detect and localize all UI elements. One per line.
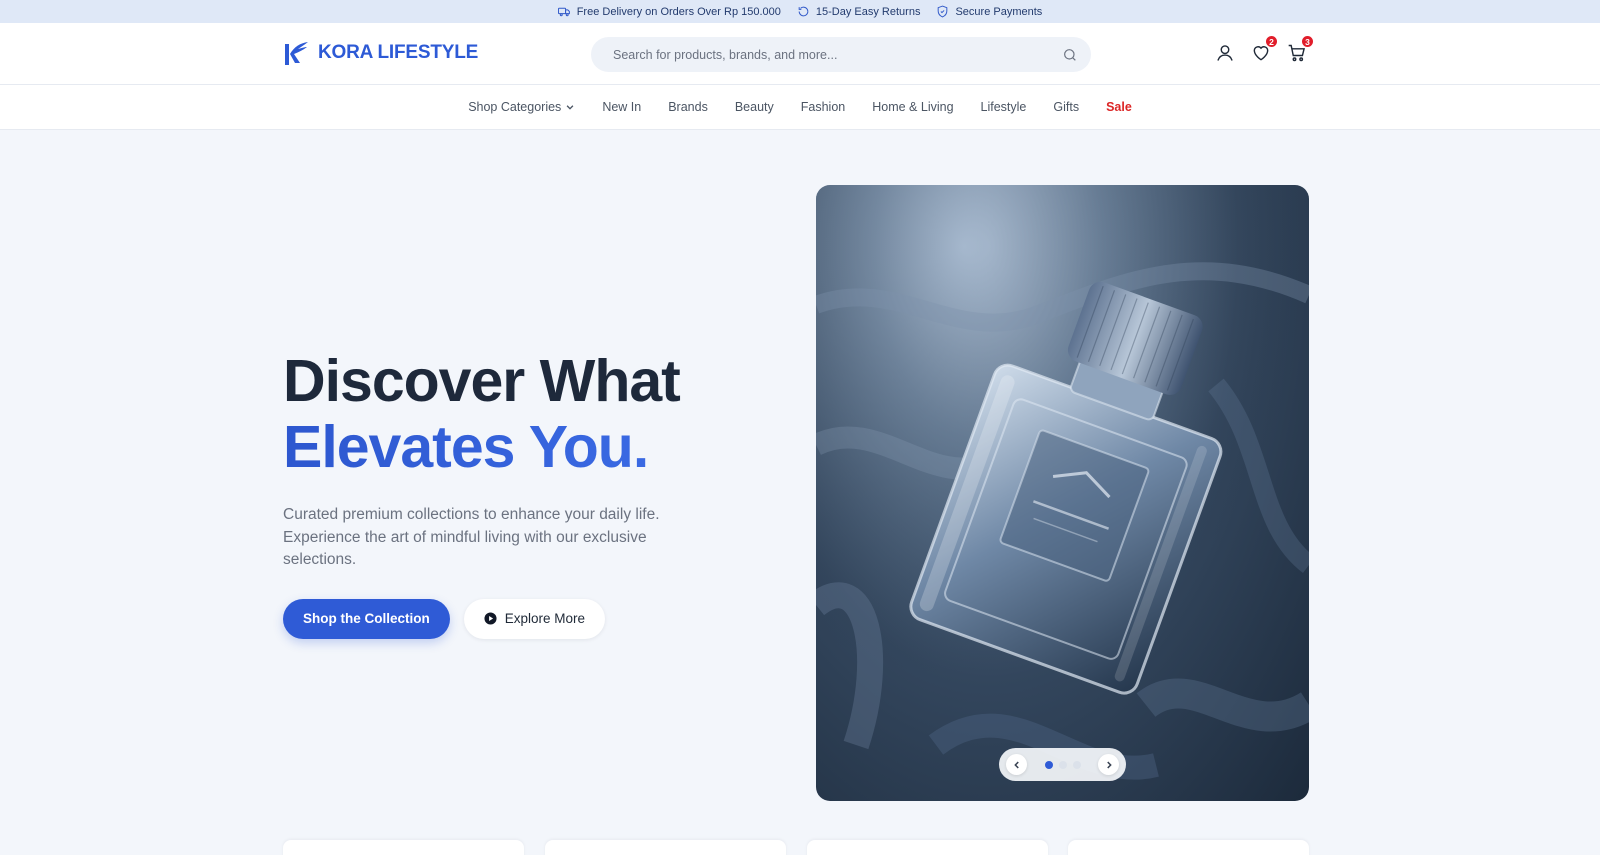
chevron-right-icon [1106, 761, 1112, 768]
hero-subcopy: Curated premium collections to enhance y… [283, 506, 660, 568]
perk-label: 15-Day Easy Returns [815, 5, 921, 18]
nav-label: Home & Living [872, 100, 954, 114]
site-header: KORA LIFESTYLE 2 3 [0, 23, 1600, 85]
explore-more-button[interactable]: Explore More [463, 598, 606, 639]
slider-dot-2[interactable] [1058, 760, 1067, 769]
hero-product-image [816, 185, 1309, 801]
perk-label: Secure Payments [955, 5, 1043, 18]
hero-headline: Discover What Elevates You. [283, 348, 743, 480]
wing-logo-icon [285, 42, 308, 65]
chevron-down-icon [566, 105, 574, 110]
nav-label: Beauty [734, 100, 774, 114]
perfume-bottle-illustration [816, 185, 1309, 801]
hero-cta-row: Shop the Collection Explore More [283, 598, 743, 639]
nav-sale[interactable]: Sale [1106, 100, 1132, 114]
perk-free-delivery: Free Delivery on Orders Over Rp 150.000 [557, 5, 781, 18]
nav-label: New In [602, 100, 642, 114]
search-button[interactable] [1049, 37, 1091, 72]
shop-collection-button[interactable]: Shop the Collection [283, 598, 450, 639]
nav-lifestyle[interactable]: Lifestyle [981, 100, 1027, 114]
nav-fashion[interactable]: Fashion [801, 100, 845, 114]
nav-home-living[interactable]: Home & Living [872, 100, 953, 114]
cart-button[interactable]: 3 [1286, 35, 1314, 65]
nav-gifts[interactable]: Gifts [1053, 100, 1079, 114]
hero-headline-line-2: Elevates You. [283, 414, 743, 480]
slider-next-button[interactable] [1098, 754, 1119, 775]
explore-more-label: Explore More [504, 611, 586, 626]
perk-label: Free Delivery on Orders Over Rp 150.000 [576, 5, 781, 18]
wishlist-button[interactable]: 2 [1250, 35, 1278, 65]
header-actions: 2 3 [1214, 35, 1314, 65]
nav-brands[interactable]: Brands [668, 100, 708, 114]
product-card[interactable] [1068, 840, 1309, 855]
nav-label: Gifts [1053, 100, 1080, 114]
perk-easy-returns: 15-Day Easy Returns [797, 5, 921, 18]
product-card[interactable] [807, 840, 1048, 855]
chevron-left-icon [1013, 761, 1019, 768]
category-nav: Shop Categories New In Brands Beauty Fas… [0, 85, 1600, 130]
perk-secure-payments: Secure Payments [936, 5, 1042, 18]
nav-shop-categories[interactable]: Shop Categories [468, 100, 575, 114]
slider-dot-3[interactable] [1072, 760, 1081, 769]
truck-icon [557, 7, 570, 17]
hero-slider-controls [999, 748, 1126, 781]
slider-dot-1[interactable] [1044, 760, 1053, 769]
product-card[interactable] [545, 840, 786, 855]
hero-headline-line-1: Discover What [283, 348, 681, 414]
nav-label: Lifestyle [980, 100, 1027, 114]
return-icon [798, 6, 809, 17]
brand-logo[interactable]: KORA LIFESTYLE [282, 39, 478, 67]
shield-icon [938, 5, 948, 18]
account-button[interactable] [1214, 41, 1236, 65]
cart-count-badge: 3 [1301, 35, 1314, 48]
search-input[interactable] [591, 47, 1049, 62]
nav-label: Brands [668, 100, 708, 114]
nav-beauty[interactable]: Beauty [735, 100, 774, 114]
user-icon [1217, 45, 1233, 61]
slider-prev-button[interactable] [1006, 754, 1027, 775]
hero-copy: Discover What Elevates You. Curated prem… [283, 348, 743, 639]
nav-label: Shop Categories [468, 100, 562, 114]
search-bar [591, 37, 1091, 72]
nav-label: Fashion [800, 100, 846, 114]
announcement-bar: Free Delivery on Orders Over Rp 150.000 … [0, 0, 1600, 23]
nav-new-in[interactable]: New In [602, 100, 641, 114]
slider-dots [1044, 760, 1081, 769]
nav-label: Sale [1106, 100, 1132, 114]
search-icon [1064, 48, 1076, 61]
brand-name: KORA LIFESTYLE [318, 42, 479, 63]
product-card[interactable] [283, 840, 524, 855]
play-circle-icon [484, 612, 497, 625]
wishlist-count-badge: 2 [1265, 35, 1278, 48]
